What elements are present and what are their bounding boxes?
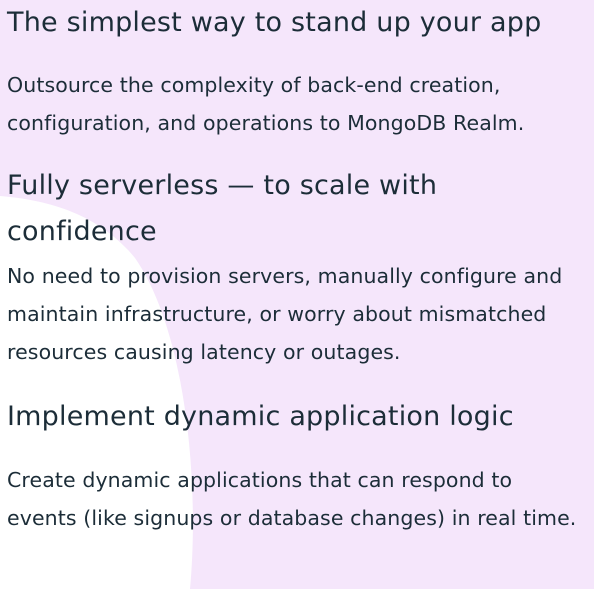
section-body-simplest-way: Outsource the complexity of back-end cre…	[7, 73, 525, 135]
section-heading-dynamic-logic: Implement dynamic application logic	[7, 401, 514, 432]
section-heading-simplest-way: The simplest way to stand up your app	[7, 7, 542, 38]
section-body-fully-serverless: No need to provision servers, manually c…	[7, 264, 563, 364]
section-heading-fully-serverless: Fully serverless — to scale with confide…	[7, 170, 438, 247]
section-body-dynamic-logic: Create dynamic applications that can res…	[7, 468, 577, 530]
